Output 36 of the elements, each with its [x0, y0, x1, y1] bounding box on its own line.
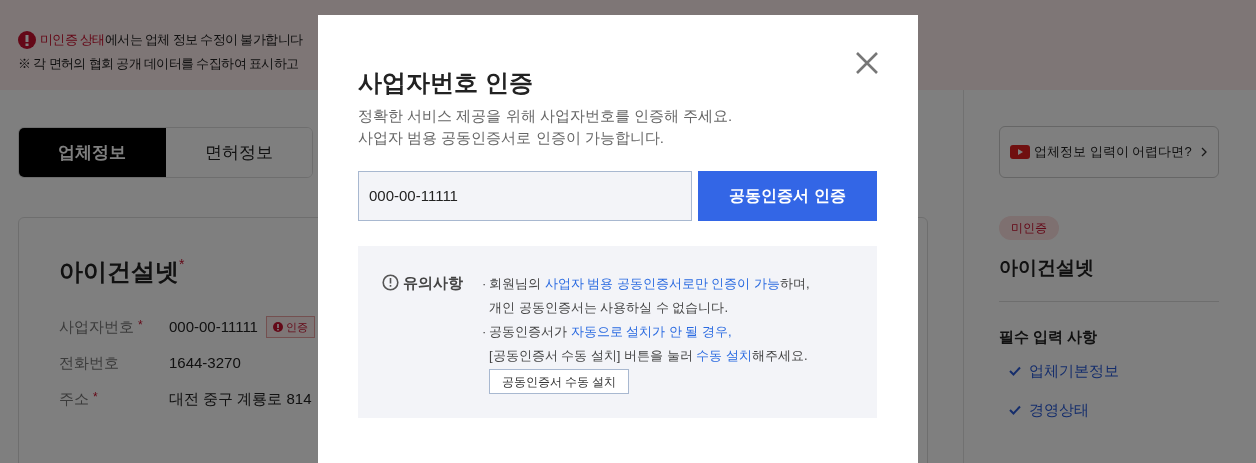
status-badge: 인증: [265, 315, 315, 339]
video-guide-link[interactable]: 업체정보 입력이 어렵다면?: [999, 126, 1219, 178]
banner-text: 미인증 상태에서는 업체 정보 수정이 불가합니다: [40, 32, 303, 49]
info-icon: [382, 274, 399, 291]
field-value: 대전 중구 계룡로 814: [169, 388, 312, 409]
bullet: ·: [482, 323, 488, 341]
status-badge: 미인증: [999, 216, 1059, 240]
tab[interactable]: 업체정보: [19, 128, 166, 177]
field-label: 주소: [59, 388, 89, 409]
required-mark: *: [138, 316, 143, 334]
notice-text: 공동인증서가 자동으로 설치가 안 될 경우, [공동인증서 수동 설치] 버튼을 눌러 수동 설치해주세요.: [489, 323, 808, 365]
required-mark: *: [179, 255, 185, 272]
notice-text: 회원님의 사업자 범용 공동인증서로만 인증이 가능하며, 개인 공동인증서는 사용하실 수 없습니다.: [489, 275, 810, 317]
close-button[interactable]: [854, 50, 880, 76]
modal-description: 정확한 서비스 제공을 위해 사업자번호를 인증해 주세요. 사업자 범용 공동인증서로 인증이 가능합니다.: [358, 106, 734, 148]
close-icon: [855, 51, 879, 75]
company-name: 아이건설넷: [59, 257, 179, 287]
field-value: 000-00-11111: [169, 316, 258, 337]
play-icon: [1010, 145, 1031, 159]
chevron-right-icon: [1199, 147, 1208, 157]
section-title: 필수 입력 사항: [999, 326, 1099, 347]
bullet: ·: [482, 275, 488, 293]
alert-icon: [18, 31, 36, 49]
certificate-auth-button[interactable]: 공동인증서 인증: [698, 171, 877, 221]
modal-title: 사업자번호 인증: [358, 68, 534, 98]
business-number-field[interactable]: 000-00-11111: [358, 171, 692, 221]
notice-title: 유의사항: [403, 273, 463, 293]
banner-text: ※ 각 면허의 협회 공개 데이터를 수집하여 표시하고: [18, 56, 299, 73]
checklist-item[interactable]: 경영상태: [1029, 398, 1089, 421]
field-value: 1644-3270: [169, 352, 241, 373]
field-label: 전화번호: [59, 352, 119, 373]
required-mark: *: [93, 388, 98, 406]
field-label: 사업자번호: [59, 316, 134, 337]
checklist-item[interactable]: 업체기본정보: [1029, 360, 1119, 383]
company-name: 아이건설넷: [999, 256, 1095, 280]
manual-install-button[interactable]: 공동인증서 수동 설치: [489, 369, 629, 394]
